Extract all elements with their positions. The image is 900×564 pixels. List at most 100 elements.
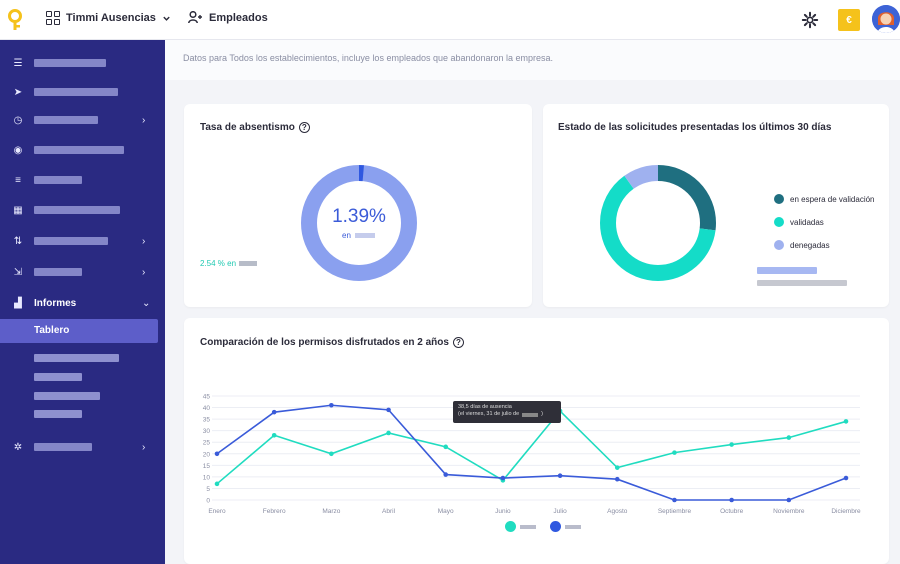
sidebar-item-tablero[interactable]: Tablero [0, 319, 158, 343]
series-2-point[interactable] [443, 472, 449, 477]
send-icon: ➤ [13, 86, 23, 98]
sidebar-item-list[interactable]: ☰ [0, 53, 165, 73]
sidebar-item-label: Tablero [34, 325, 70, 336]
y-tick-label: 40 [203, 405, 211, 412]
sidebar-item-view[interactable]: ◉ [0, 140, 165, 160]
series-2-point[interactable] [500, 475, 506, 481]
help-icon[interactable]: ? [452, 337, 464, 348]
x-tick-label: Diciembre [831, 508, 861, 515]
series-1-point[interactable] [786, 435, 792, 440]
sort-icon: ⇅ [13, 235, 23, 247]
requests-donut [600, 165, 716, 281]
redacted-summary [757, 280, 847, 286]
employees-label: Empleados [209, 11, 268, 24]
redacted-label [34, 268, 82, 276]
chevron-right-icon: › [142, 441, 146, 453]
absenteeism-comparison: 2.54 % en [200, 259, 258, 268]
sidebar-item-sort[interactable]: ⇅ › [0, 231, 165, 251]
data-scope-notice: Datos para Todos los establecimientos, i… [183, 53, 554, 63]
sidebar-item-tasks[interactable]: ≡ [0, 170, 165, 190]
tooltip-line-2-text: (el viernes, 31 de julio de [458, 411, 520, 418]
redacted-label [34, 206, 120, 214]
sidebar-subitem[interactable] [34, 410, 82, 418]
avatar[interactable] [872, 5, 900, 33]
absenteeism-value: 1.39% [332, 206, 386, 227]
gear-icon[interactable] [801, 11, 819, 29]
series-2-point[interactable] [614, 476, 620, 482]
series-1-point[interactable] [672, 450, 677, 455]
series-1-point[interactable] [329, 451, 334, 457]
series-2-point[interactable] [386, 407, 391, 413]
series-1-point[interactable] [843, 419, 849, 424]
redacted-label [34, 443, 92, 451]
series-2-point[interactable] [214, 451, 220, 457]
legend-dot-series-1[interactable] [505, 521, 516, 532]
series-2-point[interactable] [786, 497, 792, 503]
employees-link[interactable]: Empleados [188, 11, 268, 24]
legend-validated-label: validadas [790, 217, 824, 227]
sidebar-item-tools[interactable]: ✲ › [0, 437, 165, 457]
sidebar-item-label: Informes [34, 297, 77, 309]
sidebar-item-export[interactable]: ⇲ › [0, 262, 165, 282]
bar-chart-icon: ▟ [14, 297, 22, 309]
help-icon[interactable]: ? [298, 122, 310, 133]
series-2-point[interactable] [271, 409, 277, 415]
redacted-label [34, 116, 98, 124]
series-2-point[interactable] [843, 475, 849, 481]
series-1-point[interactable] [729, 442, 734, 447]
legend-pending-label: en espera de validación [790, 194, 875, 204]
redacted-value [354, 233, 375, 238]
legend-denied-label: denegadas [790, 240, 830, 250]
employees-icon [188, 11, 202, 24]
redacted-label [34, 146, 124, 154]
app-switcher[interactable]: Timmi Ausencias [46, 11, 171, 25]
series-2-point[interactable] [729, 497, 734, 503]
series-1-point[interactable] [271, 432, 277, 438]
redacted-legend-label [520, 524, 536, 529]
x-tick-label: Marzo [322, 508, 340, 515]
series-2-point[interactable] [329, 402, 334, 408]
export-icon: ⇲ [13, 266, 23, 278]
x-tick-label: Septiembre [658, 508, 692, 515]
redacted-label [34, 59, 106, 67]
chart-tooltip: 38,5 días de ausencia (el viernes, 31 de… [453, 401, 561, 423]
x-tick-label: Mayo [438, 508, 454, 515]
series-1-point[interactable] [443, 444, 449, 450]
sidebar-subitem[interactable] [34, 392, 100, 400]
redacted-label [34, 176, 82, 184]
chevron-down-icon [163, 16, 170, 21]
sidebar-subitem[interactable] [34, 354, 119, 362]
y-tick-label: 5 [206, 486, 210, 493]
series-1-point[interactable] [614, 465, 620, 470]
apps-grid-icon [46, 11, 60, 25]
x-tick-label: Noviembre [773, 508, 805, 515]
tooltip-line-2: (el viernes, 31 de julio de ) [458, 411, 543, 418]
absenteeism-sub: en [342, 231, 375, 240]
legend-validated: validadas [774, 217, 824, 227]
series-2-point[interactable] [557, 473, 563, 479]
redacted-summary [757, 267, 817, 274]
redacted-value [239, 261, 258, 266]
sidebar-item-informes[interactable]: ▟ Informes ⌄ [0, 293, 165, 313]
sidebar-item-calendar[interactable]: ▦ [0, 200, 165, 220]
chevron-right-icon: › [142, 114, 146, 126]
list-icon: ☰ [13, 57, 23, 69]
series-1-point[interactable] [214, 481, 220, 487]
sidebar-subitem[interactable] [34, 373, 82, 381]
sidebar-item-send[interactable]: ➤ [0, 82, 165, 102]
eye-icon: ◉ [13, 144, 23, 156]
y-tick-label: 15 [203, 463, 211, 470]
y-tick-label: 0 [206, 498, 210, 505]
timmi-logo-icon[interactable] [6, 9, 24, 31]
tools-icon: ✲ [13, 441, 23, 453]
y-tick-label: 45 [203, 394, 211, 401]
legend-dot-series-2[interactable] [550, 521, 561, 532]
series-2-point[interactable] [672, 497, 677, 503]
series-1-point[interactable] [386, 430, 391, 436]
redacted-label [34, 88, 118, 96]
legend-dot-pending [774, 194, 784, 204]
sidebar-item-clock[interactable]: ◷ › [0, 110, 165, 130]
y-tick-label: 30 [203, 428, 211, 435]
currency-button[interactable]: € [838, 9, 860, 31]
x-tick-label: Agosto [607, 508, 628, 515]
